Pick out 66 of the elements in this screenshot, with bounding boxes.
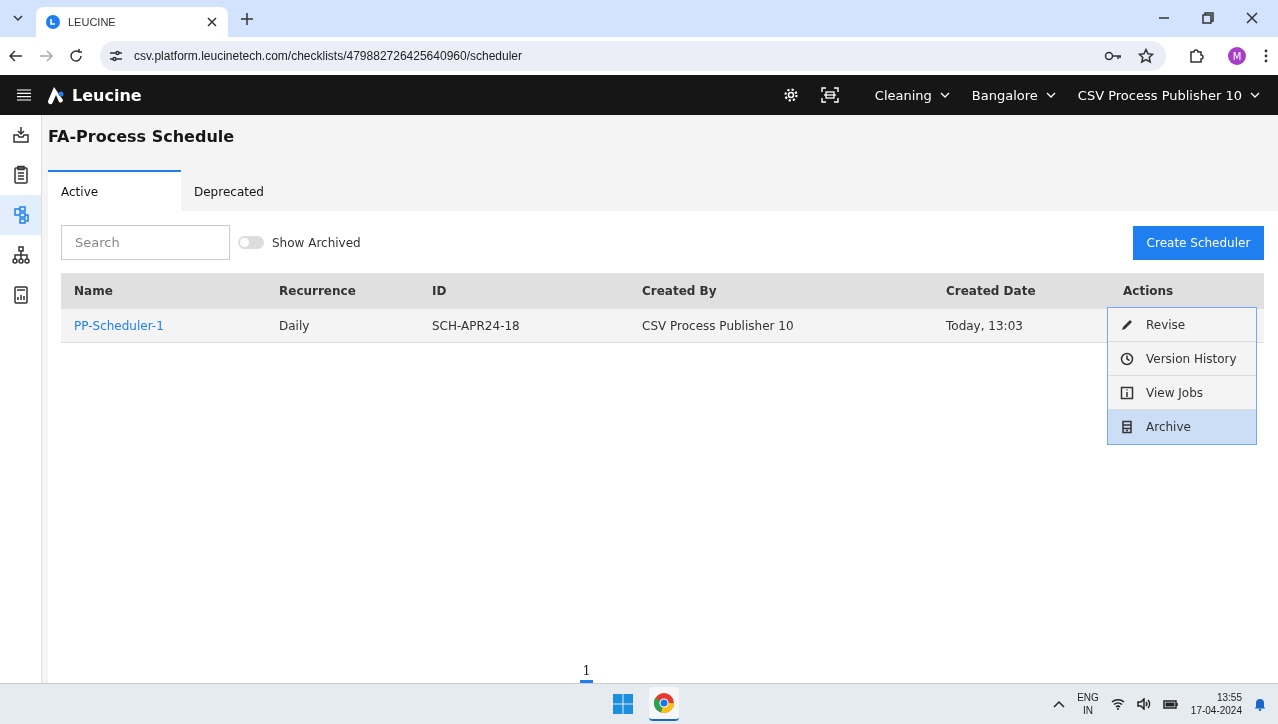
tab[interactable]: Active xyxy=(48,170,181,211)
close-window-icon[interactable] xyxy=(1246,12,1258,24)
search-field[interactable]: Search xyxy=(61,225,230,260)
column-header: ID xyxy=(431,284,448,298)
settings-icon[interactable] xyxy=(782,87,799,103)
close-icon[interactable] xyxy=(206,16,218,28)
create-scheduler-button[interactable]: Create Scheduler xyxy=(1133,225,1264,260)
browser-tab[interactable]: LEUCINE xyxy=(36,7,228,37)
info-icon xyxy=(1120,385,1134,400)
browser-taskbar-button[interactable] xyxy=(649,687,679,721)
column-header: Name xyxy=(73,284,114,298)
hierarchy-icon xyxy=(10,245,31,265)
clock[interactable]: 13:55 17-04-2024 xyxy=(1190,691,1242,717)
logo-icon xyxy=(46,85,66,105)
language-indicator[interactable]: ENG IN xyxy=(1077,691,1099,717)
back-icon[interactable] xyxy=(8,48,24,64)
url-text: csv.platform.leucinetech.com/checklists/479882726425640960/scheduler xyxy=(134,49,522,63)
header-dropdown[interactable]: Bangalore xyxy=(963,87,1064,103)
page-title: FA-Process Schedule xyxy=(48,126,236,148)
header-dropdown[interactable]: CSV Process Publisher 10 xyxy=(1069,87,1268,103)
table-cell-text: Daily xyxy=(278,318,311,333)
header-dropdown[interactable]: Cleaning xyxy=(866,87,958,103)
toggle-label: Show Archived xyxy=(272,235,361,250)
brand-name: Leucine xyxy=(72,85,142,105)
browser-icon xyxy=(654,693,674,713)
chevron-down-icon xyxy=(1250,92,1260,98)
table-cell-text: Today, 13:03 xyxy=(945,318,1024,333)
pencil-icon xyxy=(1120,317,1134,332)
menu-item[interactable]: Archive xyxy=(1108,410,1256,444)
speaker-icon[interactable] xyxy=(1136,698,1151,710)
scheduler-link[interactable]: PP-Scheduler-1 xyxy=(61,318,266,333)
scan-icon[interactable] xyxy=(820,87,839,103)
tab-title: LEUCINE xyxy=(68,16,117,28)
menu-icon[interactable] xyxy=(16,89,32,101)
address-field[interactable]: csv.platform.leucinetech.com/checklists/479882726425640960/scheduler xyxy=(100,41,1166,71)
cabinet-icon xyxy=(1120,420,1134,434)
inbox-icon xyxy=(10,125,31,145)
column-header: Recurrence xyxy=(278,284,357,298)
site-favicon-icon xyxy=(46,15,60,29)
chevron-down-icon xyxy=(1045,92,1056,98)
toggle-switch[interactable] xyxy=(238,236,264,249)
clock-icon xyxy=(1120,351,1134,366)
battery-icon[interactable] xyxy=(1162,698,1179,710)
wifi-icon[interactable] xyxy=(1110,698,1125,710)
star-icon[interactable] xyxy=(1138,48,1154,64)
extensions-icon[interactable] xyxy=(1188,48,1204,64)
restore-icon[interactable] xyxy=(1202,12,1214,24)
table-cell-text: CSV Process Publisher 10 xyxy=(641,318,795,333)
more-options-icon[interactable] xyxy=(1264,49,1268,63)
tab[interactable]: Deprecated xyxy=(181,170,314,211)
column-header: Actions xyxy=(1122,284,1175,298)
key-icon[interactable] xyxy=(1104,50,1122,62)
notification-bell-icon[interactable] xyxy=(1254,697,1266,711)
profile-avatar[interactable]: M xyxy=(1228,47,1246,65)
menu-item[interactable]: Revise xyxy=(1108,308,1256,342)
chevron-down-icon xyxy=(939,92,950,98)
site-settings-icon[interactable] xyxy=(108,48,124,64)
forward-icon xyxy=(38,48,54,64)
windows-start-icon[interactable] xyxy=(613,694,633,714)
column-header: Created By xyxy=(641,284,718,298)
chevron-up-icon[interactable] xyxy=(1053,700,1066,708)
table-cell-text: SCH-APR24-18 xyxy=(431,318,521,333)
reload-icon[interactable] xyxy=(68,48,84,64)
new-tab-icon[interactable] xyxy=(240,12,254,26)
column-header: Created Date xyxy=(945,284,1037,298)
menu-item[interactable]: Version History xyxy=(1108,342,1256,376)
